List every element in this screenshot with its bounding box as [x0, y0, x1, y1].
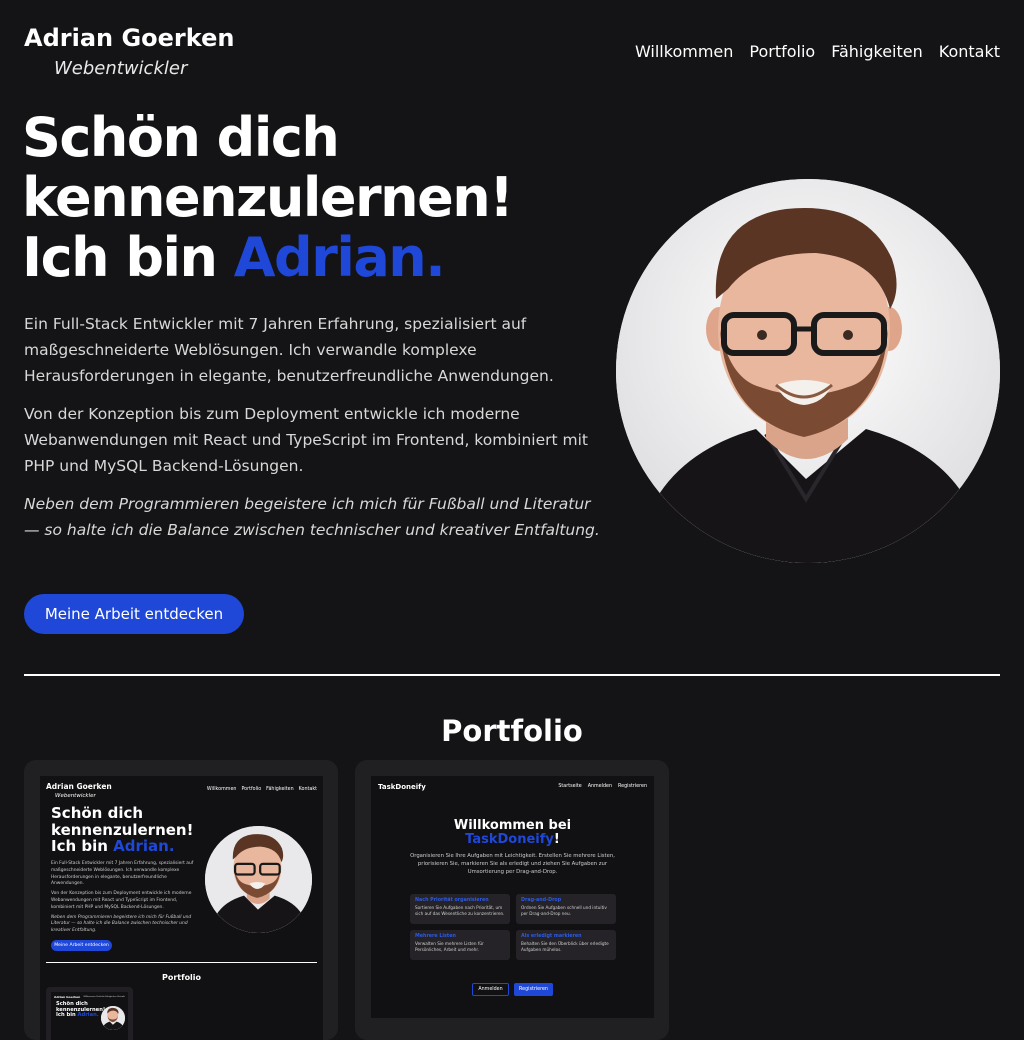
- taskdoneify-title-suffix: !: [553, 832, 560, 847]
- feature-title: Mehrere Listen: [415, 934, 456, 939]
- hero-title-highlight: Adrian.: [233, 226, 446, 289]
- hero-title-line-3: Ich bin Adrian.: [22, 228, 622, 288]
- feature-title: Drag-and-Drop: [521, 898, 562, 903]
- nav-link-willkommen[interactable]: Willkommen: [635, 42, 733, 61]
- hero-paragraph-1: Ein Full-Stack Entwickler mit 7 Jahren E…: [24, 315, 554, 385]
- feature-title: Nach Priorität organisieren: [415, 898, 489, 903]
- preview-nav-item: Kontakt: [298, 787, 317, 792]
- preview-nav-item: Portfolio: [241, 787, 262, 792]
- hero-title: Schön dich kennenzulernen! Ich bin Adria…: [22, 108, 622, 288]
- nested-title-prefix: Ich bin: [56, 1012, 78, 1019]
- preview-title-prefix: Ich bin: [51, 837, 114, 855]
- hero-title-line-1: Schön dich: [22, 106, 340, 169]
- preview-title-line-3: Ich bin Adrian.: [51, 838, 211, 855]
- portfolio-card-personal-site[interactable]: Adrian Goerken Webentwickler Willkommen …: [24, 760, 338, 1040]
- taskdoneify-feature-card: Als erledigt markieren Behalten Sie den …: [516, 930, 616, 960]
- hero-paragraph-3: Neben dem Programmieren begeistere ich m…: [24, 495, 600, 539]
- taskdoneify-subtitle: Organisieren Sie Ihre Aufgaben mit Leich…: [410, 853, 615, 875]
- site-header: Adrian Goerken Webentwickler Willkommen …: [24, 24, 1000, 84]
- taskdoneify-title-highlight: TaskDoneify: [465, 832, 554, 847]
- feature-text: Behalten Sie den Überblick über erledigt…: [521, 941, 609, 952]
- project-preview-personal-site: Adrian Goerken Webentwickler Willkommen …: [40, 776, 323, 1040]
- preview-title-line-2: kennenzulernen!: [51, 820, 194, 839]
- taskdoneify-title-line-2: TaskDoneify!: [371, 833, 654, 847]
- portfolio-card-taskdoneify[interactable]: TaskDoneify Startseite Anmelden Registri…: [355, 760, 669, 1040]
- preview-paragraph-1: Ein Full-Stack Entwickler mit 7 Jahren E…: [51, 861, 194, 887]
- feature-text: Ordnen Sie Aufgaben schnell und intuitiv…: [521, 905, 607, 916]
- feature-text: Verwalten Sie mehrere Listen für Persönl…: [415, 941, 484, 952]
- preview-profile-photo: [205, 826, 312, 933]
- nested-profile-photo: [101, 1006, 125, 1030]
- hero-title-line-2: kennenzulernen!: [22, 166, 514, 229]
- profile-photo-illustration: [616, 179, 1000, 563]
- explore-work-button[interactable]: Meine Arbeit entdecken: [24, 594, 244, 634]
- nav-link-portfolio[interactable]: Portfolio: [749, 42, 815, 61]
- preview-intro: Ein Full-Stack Entwickler mit 7 Jahren E…: [51, 861, 201, 938]
- feature-text: Sortieren Sie Aufgaben nach Priorität, u…: [415, 905, 505, 916]
- taskdoneify-feature-card: Mehrere Listen Verwalten Sie mehrere Lis…: [410, 930, 510, 960]
- taskdoneify-actions: Anmelden Registrieren: [371, 983, 654, 996]
- preview-nav-item: Fähigkeiten: [266, 787, 294, 792]
- taskdoneify-brand: TaskDoneify: [378, 783, 426, 791]
- taskdoneify-login-button: Anmelden: [472, 983, 509, 996]
- taskdoneify-nav-item: Registrieren: [618, 784, 647, 789]
- hero-paragraph-2: Von der Konzeption bis zum Deployment en…: [24, 405, 588, 475]
- nav-link-faehigkeiten[interactable]: Fähigkeiten: [831, 42, 923, 61]
- nav-link-kontakt[interactable]: Kontakt: [939, 42, 1000, 61]
- taskdoneify-register-button: Registrieren: [514, 983, 553, 996]
- portfolio-heading: Portfolio: [441, 714, 583, 748]
- preview-title: Schön dich kennenzulernen! Ich bin Adria…: [51, 805, 211, 855]
- brand-role: Webentwickler: [54, 58, 188, 79]
- preview-cta-button: Meine Arbeit entdecken: [51, 940, 112, 951]
- feature-title: Als erledigt markieren: [521, 934, 582, 939]
- taskdoneify-nav-item: Anmelden: [587, 784, 613, 789]
- brand-name[interactable]: Adrian Goerken: [24, 24, 234, 52]
- preview-brand-name: Adrian Goerken: [46, 782, 112, 791]
- preview-profile-illustration: [205, 826, 312, 933]
- preview-nested-card: Adrian Goerken Willkommen Portfolio Fähi…: [46, 987, 133, 1040]
- nested-title: Schön dich kennenzulernen! Ich bin Adria…: [56, 1001, 105, 1019]
- project-preview-taskdoneify: TaskDoneify Startseite Anmelden Registri…: [371, 776, 654, 1018]
- nested-brand-name: Adrian Goerken: [54, 995, 81, 999]
- hero-intro: Ein Full-Stack Entwickler mit 7 Jahren E…: [24, 311, 604, 555]
- main-nav: Willkommen Portfolio Fähigkeiten Kontakt: [635, 42, 1000, 61]
- taskdoneify-title: Willkommen bei TaskDoneify!: [371, 819, 654, 847]
- nested-title-highlight: Adrian.: [77, 1012, 99, 1019]
- taskdoneify-feature-grid: Nach Priorität organisieren Sortieren Si…: [410, 894, 616, 960]
- preview-nav: Willkommen Portfolio Fähigkeiten Kontakt: [207, 787, 317, 792]
- taskdoneify-feature-card: Nach Priorität organisieren Sortieren Si…: [410, 894, 510, 924]
- taskdoneify-nav: Startseite Anmelden Registrieren: [558, 784, 647, 789]
- profile-photo: [616, 179, 1000, 563]
- nested-title-line-3: Ich bin Adrian.: [56, 1012, 105, 1019]
- nested-profile-illustration: [101, 1006, 125, 1030]
- taskdoneify-nav-item: Startseite: [558, 784, 582, 789]
- preview-nav-item: Willkommen: [206, 787, 237, 792]
- preview-title-line-1: Schön dich: [51, 804, 144, 822]
- taskdoneify-title-line-1: Willkommen bei: [453, 818, 572, 833]
- preview-nested-screenshot: Adrian Goerken Willkommen Portfolio Fähi…: [51, 992, 128, 1040]
- preview-portfolio-heading: Portfolio: [161, 973, 202, 982]
- hero-title-prefix: Ich bin: [22, 226, 234, 289]
- section-divider: [24, 674, 1000, 676]
- taskdoneify-feature-card: Drag-and-Drop Ordnen Sie Aufgaben schnel…: [516, 894, 616, 924]
- preview-brand-role: Webentwickler: [55, 793, 96, 799]
- preview-divider: [46, 962, 317, 963]
- preview-paragraph-3: Neben dem Programmieren begeistere ich m…: [51, 914, 192, 934]
- preview-paragraph-2: Von der Konzeption bis zum Deployment en…: [51, 891, 192, 910]
- nested-nav: Willkommen Portfolio Fähigkeiten Kontakt: [83, 996, 125, 998]
- preview-title-highlight: Adrian.: [113, 837, 175, 855]
